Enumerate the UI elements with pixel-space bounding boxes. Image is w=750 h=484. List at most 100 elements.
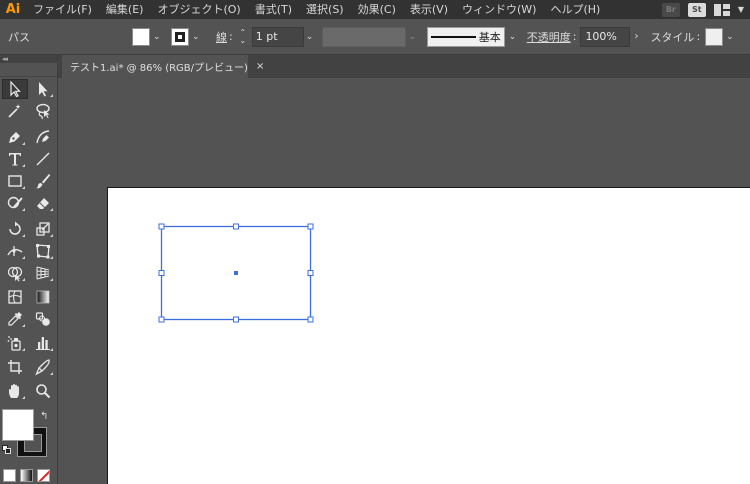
tools-panel-collapse-icon[interactable]: ◂◂	[0, 55, 57, 63]
bounding-box-handle[interactable]	[307, 223, 314, 230]
free-transform-tool-icon[interactable]	[30, 241, 56, 261]
width-tool-icon[interactable]	[2, 241, 28, 261]
bounding-box-handle[interactable]	[158, 223, 165, 230]
app-logo: Ai	[5, 2, 21, 17]
type-tool-icon[interactable]	[2, 149, 28, 169]
menu-bar: Ai ファイル(F) 編集(E) オブジェクト(O) 書式(T) 選択(S) 効…	[0, 0, 750, 19]
tools-panel-grip[interactable]	[0, 63, 57, 77]
brush-chevron-down-icon[interactable]: ⌄	[509, 32, 519, 42]
magic-wand-tool-icon[interactable]	[2, 101, 28, 121]
workspace-chevron-down-icon[interactable]: ▼	[738, 5, 744, 14]
opacity-label-colon: :	[572, 30, 577, 43]
bounding-box-handle[interactable]	[233, 316, 239, 323]
bounding-box-handle[interactable]	[158, 270, 165, 276]
tool-row	[2, 381, 56, 401]
blend-tool-icon[interactable]	[30, 309, 56, 329]
variable-width-profile[interactable]	[321, 26, 406, 47]
stroke-weight-spinner-icon[interactable]: ⌃ ⌄	[238, 28, 248, 45]
tool-row	[2, 219, 56, 239]
stroke-weight-input[interactable]: 1 pt	[251, 26, 304, 47]
bridge-button[interactable]: Br	[661, 2, 680, 17]
rotate-tool-icon[interactable]	[2, 219, 28, 239]
fill-stroke-widget: ↰	[0, 407, 58, 467]
opacity-label[interactable]: 不透明度	[527, 29, 571, 45]
brush-stroke-preview	[430, 35, 476, 38]
eraser-tool-icon[interactable]	[30, 193, 56, 213]
artboard[interactable]	[107, 187, 750, 484]
stock-button[interactable]: St	[687, 2, 706, 17]
canvas-area[interactable]	[58, 78, 750, 484]
document-tab[interactable]: テスト1.ai* @ 86% (RGB/プレビュー) ×	[62, 55, 264, 78]
tool-row	[2, 357, 56, 377]
line-segment-tool-icon[interactable]	[30, 149, 56, 169]
bounding-box-handle[interactable]	[307, 270, 314, 276]
slice-tool-icon[interactable]	[30, 357, 56, 377]
hand-tool-icon[interactable]	[2, 381, 28, 401]
selection-overlay	[158, 223, 314, 323]
menu-edit[interactable]: 編集(E)	[99, 0, 151, 19]
selection-tool-icon[interactable]	[2, 79, 28, 99]
stroke-label[interactable]: 線	[216, 29, 227, 45]
fill-color-swatch[interactable]	[132, 27, 150, 46]
menu-view[interactable]: 表示(V)	[403, 0, 455, 19]
default-fill-stroke-icon[interactable]	[2, 445, 12, 455]
stroke-weight-chevron-down-icon[interactable]: ⌄	[306, 32, 316, 42]
lasso-tool-icon[interactable]	[30, 101, 56, 121]
opacity-input[interactable]: 100%	[580, 26, 631, 47]
artboard-tool-icon[interactable]	[2, 357, 28, 377]
scale-tool-icon[interactable]	[30, 219, 56, 239]
menu-help[interactable]: ヘルプ(H)	[543, 0, 607, 19]
paintbrush-tool-icon[interactable]	[30, 171, 56, 191]
swap-fill-stroke-icon[interactable]: ↰	[40, 411, 48, 422]
document-tab-bar: テスト1.ai* @ 86% (RGB/プレビュー) ×	[58, 55, 750, 78]
menu-effect[interactable]: 効果(C)	[351, 0, 403, 19]
menu-window[interactable]: ウィンドウ(W)	[455, 0, 543, 19]
menu-file[interactable]: ファイル(F)	[26, 0, 99, 19]
shape-builder-tool-icon[interactable]	[2, 263, 28, 283]
close-icon[interactable]: ×	[256, 61, 264, 72]
menu-select[interactable]: 選択(S)	[299, 0, 351, 19]
tool-row	[2, 101, 56, 121]
menu-right-icons: Br St ▼	[661, 0, 750, 19]
tool-row	[2, 79, 56, 99]
selection-type-label: パス	[8, 30, 30, 44]
stroke-chevron-down-icon[interactable]: ⌄	[192, 32, 202, 42]
workspace-switcher-icon[interactable]	[713, 3, 730, 17]
bounding-box-handle[interactable]	[307, 316, 314, 323]
tool-row	[2, 309, 56, 329]
stroke-color-swatch[interactable]	[171, 27, 189, 46]
stroke-label-colon: :	[229, 30, 233, 43]
menu-items: ファイル(F) 編集(E) オブジェクト(O) 書式(T) 選択(S) 効果(C…	[26, 0, 607, 19]
mesh-tool-icon[interactable]	[2, 287, 28, 307]
fill-color-box[interactable]	[2, 409, 34, 441]
perspective-grid-tool-icon[interactable]	[30, 263, 56, 283]
eyedropper-tool-icon[interactable]	[2, 309, 28, 329]
pen-tool-icon[interactable]	[2, 127, 28, 147]
illustrator-window: Ai ファイル(F) 編集(E) オブジェクト(O) 書式(T) 選択(S) 効…	[0, 0, 750, 484]
menu-object[interactable]: オブジェクト(O)	[150, 0, 247, 19]
direct-selection-tool-icon[interactable]	[30, 79, 56, 99]
variable-width-chevron-down-icon[interactable]: ⌄	[409, 32, 421, 42]
graphic-style-swatch[interactable]	[705, 27, 724, 46]
none-mode-button[interactable]	[37, 469, 50, 482]
fill-chevron-down-icon[interactable]: ⌄	[153, 32, 163, 42]
shaper-tool-icon[interactable]	[2, 193, 28, 213]
brush-name: 基本	[478, 30, 501, 44]
menu-type[interactable]: 書式(T)	[248, 0, 299, 19]
tool-row	[2, 127, 56, 147]
tool-row	[2, 241, 56, 261]
color-mode-button[interactable]	[3, 469, 16, 482]
column-graph-tool-icon[interactable]	[30, 333, 56, 353]
bounding-box-handle[interactable]	[158, 316, 165, 323]
gradient-mode-button[interactable]	[20, 469, 33, 482]
rectangle-tool-icon[interactable]	[2, 171, 28, 191]
tool-row	[2, 333, 56, 353]
bounding-box-handle[interactable]	[233, 223, 239, 230]
style-chevron-down-icon[interactable]: ⌄	[726, 32, 734, 42]
zoom-tool-icon[interactable]	[30, 381, 56, 401]
curvature-tool-icon[interactable]	[30, 127, 56, 147]
symbol-sprayer-tool-icon[interactable]	[2, 333, 28, 353]
brush-definition[interactable]: 基本	[426, 26, 505, 47]
gradient-tool-icon[interactable]	[30, 287, 56, 307]
opacity-chevron-right-icon[interactable]: ›	[634, 31, 642, 42]
